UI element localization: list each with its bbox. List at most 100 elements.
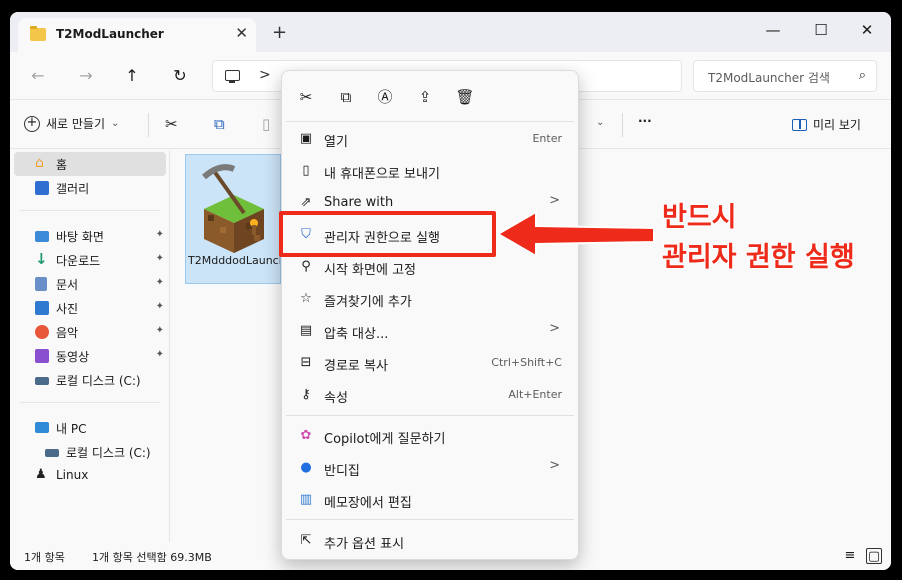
- monitor-icon: [225, 70, 240, 83]
- cut-icon[interactable]: ✂: [165, 115, 178, 133]
- pin-icon: ⚲: [301, 259, 311, 274]
- delete-icon[interactable]: 🗑: [455, 87, 475, 107]
- share-with-icon: ⇗: [300, 195, 312, 210]
- tab-close-button[interactable]: ✕: [235, 24, 248, 42]
- minimize-button[interactable]: —: [758, 17, 788, 43]
- back-button[interactable]: ←: [26, 64, 50, 88]
- maximize-button[interactable]: ☐: [806, 17, 836, 43]
- pin-icon[interactable]: ✦: [156, 325, 164, 336]
- menu-item-open[interactable]: ▣ 열기 Enter: [286, 124, 574, 154]
- share-icon[interactable]: ⇪: [415, 87, 435, 107]
- tab-t2modlauncher[interactable]: T2ModLauncher ✕: [18, 18, 256, 52]
- menu-item-label: 열기: [324, 135, 348, 150]
- pictures-icon: [35, 301, 49, 315]
- open-icon: ▣: [299, 131, 313, 146]
- more-options-icon: ⇱: [300, 533, 312, 548]
- new-tab-button[interactable]: +: [272, 24, 287, 42]
- paste-icon[interactable]: ▯: [262, 115, 270, 133]
- more-options-button[interactable]: ···: [638, 114, 652, 128]
- sidebar-item-local-disk[interactable]: 로컬 디스크 (C:): [14, 368, 166, 392]
- pin-icon[interactable]: ✦: [156, 253, 164, 264]
- search-icon: ⌕: [858, 68, 866, 83]
- close-button[interactable]: ✕: [852, 17, 882, 43]
- sidebar-item-desktop[interactable]: 바탕 화면 ✦: [14, 224, 166, 248]
- sidebar-item-gallery[interactable]: 갤러리: [14, 176, 166, 200]
- menu-item-copy-as-path[interactable]: ⊟ 경로로 복사 Ctrl+Shift+C: [286, 348, 574, 378]
- menu-item-send-to-phone[interactable]: ▯ 내 휴대폰으로 보내기: [286, 156, 574, 186]
- tab-title: T2ModLauncher: [56, 27, 164, 41]
- menu-item-properties[interactable]: ⚷ 속성 Alt+Enter: [286, 380, 574, 410]
- title-bar: T2ModLauncher ✕ + — ☐ ✕: [10, 12, 891, 52]
- menu-item-label: Copilot에게 질문하기: [324, 432, 446, 447]
- menu-item-compress-to[interactable]: ▤ 압축 대상... >: [286, 316, 574, 346]
- video-icon: [35, 349, 49, 363]
- pc-icon: [35, 422, 49, 433]
- menu-item-bandizip[interactable]: ● 반디집 >: [286, 453, 574, 483]
- desktop-icon: [35, 231, 49, 242]
- chevron-right-icon: >: [549, 458, 560, 473]
- music-icon: [35, 325, 49, 339]
- sidebar-item-label: 음악: [56, 326, 79, 340]
- search-input[interactable]: T2ModLauncher 검색 ⌕: [693, 60, 877, 92]
- annotation-line-1: 반드시: [662, 202, 737, 233]
- plus-circle-icon: +: [24, 115, 40, 132]
- view-chevron-icon[interactable]: ⌄: [596, 117, 604, 128]
- selection-info: 1개 항목 선택함 69.3MB: [92, 551, 212, 564]
- sidebar-item-linux[interactable]: ♟ Linux: [14, 464, 166, 488]
- highlight-box: [279, 211, 496, 257]
- forward-button[interactable]: →: [74, 64, 98, 88]
- menu-item-label: 즐겨찾기에 추가: [324, 295, 412, 310]
- sidebar-item-music[interactable]: 음악 ✦: [14, 320, 166, 344]
- sidebar-divider: [20, 402, 160, 403]
- menu-item-shortcut: Ctrl+Shift+C: [491, 356, 562, 369]
- rename-icon[interactable]: Ⓐ: [375, 87, 395, 107]
- pin-icon[interactable]: ✦: [156, 229, 164, 240]
- gallery-icon: [35, 181, 49, 195]
- home-icon: ⌂: [35, 155, 44, 171]
- menu-item-show-more-options[interactable]: ⇱ 추가 옵션 표시: [286, 526, 574, 556]
- sidebar-item-label: 로컬 디스크 (C:): [56, 374, 141, 388]
- tiles-view-icon[interactable]: ▢: [866, 548, 882, 564]
- copy-icon[interactable]: ⧉: [336, 87, 356, 107]
- details-view-icon[interactable]: ≡: [842, 548, 858, 564]
- sidebar-item-label: 동영상: [56, 350, 90, 364]
- sidebar-item-documents[interactable]: 문서 ✦: [14, 272, 166, 296]
- pin-icon[interactable]: ✦: [156, 301, 164, 312]
- pin-icon[interactable]: ✦: [156, 349, 164, 360]
- sidebar-item-this-pc[interactable]: 내 PC: [14, 416, 166, 440]
- sidebar-item-local-disk-c[interactable]: 로컬 디스크 (C:): [24, 440, 176, 464]
- menu-item-label: 반디집: [324, 464, 360, 479]
- sidebar-item-pictures[interactable]: 사진 ✦: [14, 296, 166, 320]
- drive-icon: [35, 377, 49, 385]
- navigation-pane: ⌂ 홈 갤러리 바탕 화면 ✦ ↓ 다운로드 ✦ 문서 ✦ 사진 ✦ 음악 ✦ …: [10, 150, 170, 542]
- toolbar-divider: [622, 113, 623, 137]
- cut-icon[interactable]: ✂: [296, 87, 316, 107]
- refresh-button[interactable]: ↻: [168, 64, 192, 88]
- sidebar-item-label: 홈: [56, 158, 68, 172]
- bandizip-icon: ●: [300, 460, 312, 475]
- star-icon: ☆: [300, 291, 312, 306]
- menu-item-add-to-favorites[interactable]: ☆ 즐겨찾기에 추가: [286, 284, 574, 314]
- sidebar-item-home[interactable]: ⌂ 홈: [14, 152, 166, 176]
- annotation-text: 반드시 관리자 권한 실행: [662, 198, 855, 278]
- pin-icon[interactable]: ✦: [156, 277, 164, 288]
- up-button[interactable]: ↑: [120, 64, 144, 88]
- menu-divider: [286, 519, 574, 520]
- chevron-right-icon[interactable]: >: [259, 67, 271, 83]
- menu-item-edit-in-notepad[interactable]: ▥ 메모장에서 편집: [286, 485, 574, 515]
- file-item[interactable]: T2MdddodLauncher.exe: [185, 154, 281, 284]
- menu-item-label: 경로로 복사: [324, 359, 388, 374]
- path-icon: ⊟: [300, 355, 312, 370]
- new-button[interactable]: + 새로 만들기 ⌄: [24, 115, 119, 132]
- document-icon: [35, 277, 47, 291]
- sidebar-item-label: 로컬 디스크 (C:): [66, 446, 151, 460]
- file-name: T2MdddodLauncher.exe: [188, 254, 280, 267]
- menu-item-label: 내 휴대폰으로 보내기: [324, 167, 440, 182]
- preview-label: 미리 보기: [813, 118, 861, 132]
- copy-icon[interactable]: ⧉: [214, 115, 225, 133]
- sidebar-item-videos[interactable]: 동영상 ✦: [14, 344, 166, 368]
- sidebar-item-label: 바탕 화면: [56, 230, 104, 244]
- preview-button[interactable]: 미리 보기: [792, 116, 861, 133]
- menu-item-ask-copilot[interactable]: ✿ Copilot에게 질문하기: [286, 421, 574, 451]
- sidebar-item-downloads[interactable]: ↓ 다운로드 ✦: [14, 248, 166, 272]
